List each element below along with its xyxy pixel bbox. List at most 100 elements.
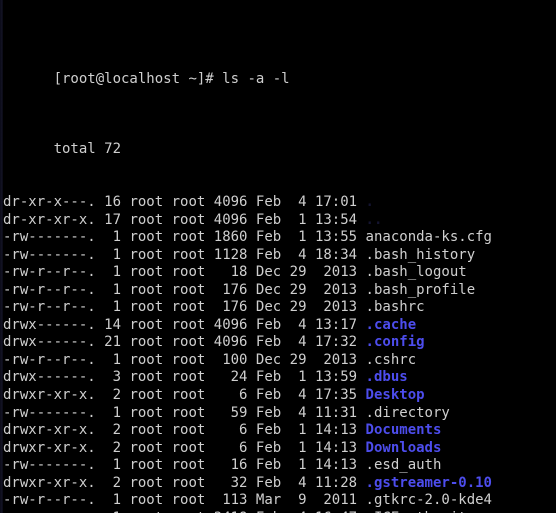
row-group: root	[171, 387, 206, 404]
row-sep	[163, 317, 171, 333]
row-sep	[247, 264, 255, 280]
row-group: root	[171, 422, 206, 439]
row-permissions: dr-xr-xr-x.	[3, 211, 96, 228]
row-time: 11:28	[314, 474, 358, 491]
row-day: 4	[289, 474, 307, 491]
row-size: 176	[213, 281, 248, 298]
row-sep	[163, 387, 171, 403]
row-sep	[163, 457, 171, 473]
row-sep	[307, 317, 315, 333]
row-directory-name: .config	[365, 334, 425, 351]
row-sep	[281, 194, 289, 210]
row-sep	[163, 492, 171, 508]
row-directory-name: Desktop	[365, 387, 425, 404]
row-sep	[281, 229, 289, 245]
row-link-count: 16	[104, 194, 122, 211]
row-group: root	[171, 246, 206, 263]
terminal-window[interactable]: [root@localhost ~]# ls -a -l total 72 dr…	[0, 0, 556, 513]
terminal-screen[interactable]: [root@localhost ~]# ls -a -l total 72 dr…	[3, 0, 556, 513]
row-sep	[96, 405, 104, 421]
row-sep	[357, 334, 365, 350]
row-owner: root	[129, 404, 164, 421]
row-sep	[96, 352, 104, 368]
row-time: 17:01	[314, 194, 358, 211]
row-sep	[96, 492, 104, 508]
row-sep	[163, 405, 171, 421]
row-sep	[247, 440, 255, 456]
row-permissions: drwx------.	[3, 334, 96, 351]
row-link-count: 21	[104, 334, 122, 351]
row-owner: root	[129, 281, 164, 298]
row-link-count: 2	[104, 422, 122, 439]
row-sep	[307, 405, 315, 421]
row-sep	[205, 229, 213, 245]
listing-row: -rw-r--r--. 1 root root 113 Mar 9 2011 .…	[3, 492, 556, 510]
row-sep	[281, 457, 289, 473]
command-text: ls -a -l	[222, 71, 290, 88]
row-size: 16	[213, 457, 248, 474]
row-day: 1	[289, 457, 307, 474]
listing-row: dr-xr-x---. 16 root root 4096 Feb 4 17:0…	[3, 194, 556, 212]
row-sep	[247, 492, 255, 508]
row-sep	[281, 264, 289, 280]
row-time: 14:13	[314, 439, 358, 456]
row-month: Dec	[255, 299, 282, 316]
row-sep	[205, 457, 213, 473]
row-sep	[247, 299, 255, 315]
row-size: 1128	[213, 246, 248, 263]
row-sep	[357, 352, 365, 368]
row-sep	[357, 299, 365, 315]
row-link-count: 1	[104, 229, 122, 246]
row-sep	[307, 457, 315, 473]
row-sep	[96, 475, 104, 491]
row-sep	[163, 440, 171, 456]
row-sep	[96, 334, 104, 350]
listing-row: -rw-r--r--. 1 root root 176 Dec 29 2013 …	[3, 282, 556, 300]
row-sep	[247, 352, 255, 368]
row-month: Feb	[255, 404, 282, 421]
row-time: 13:54	[314, 211, 358, 228]
row-filename: .bash_history	[365, 246, 476, 263]
row-directory-name: .cache	[365, 316, 417, 333]
row-time: 2013	[314, 299, 358, 316]
row-filename: .bash_logout	[365, 264, 467, 281]
row-time: 17:35	[314, 387, 358, 404]
row-owner: root	[129, 211, 164, 228]
row-time: 2013	[314, 264, 358, 281]
row-sep	[281, 405, 289, 421]
row-dot-directory-name: .	[365, 194, 374, 211]
row-day: 4	[289, 316, 307, 333]
row-filename: .bashrc	[365, 299, 425, 316]
row-sep	[96, 282, 104, 298]
row-size: 4096	[213, 194, 248, 211]
row-sep	[96, 229, 104, 245]
row-sep	[96, 247, 104, 263]
row-permissions: -rw-r--r--.	[3, 351, 96, 368]
row-sep	[281, 212, 289, 228]
row-permissions: -rw-r--r--.	[3, 492, 96, 509]
row-sep	[357, 405, 365, 421]
row-sep	[281, 440, 289, 456]
row-group: root	[171, 281, 206, 298]
row-sep	[247, 475, 255, 491]
row-sep	[281, 334, 289, 350]
row-sep	[205, 475, 213, 491]
row-day: 29	[289, 264, 307, 281]
row-sep	[163, 369, 171, 385]
row-day: 4	[289, 404, 307, 421]
row-day: 29	[289, 281, 307, 298]
row-size: 59	[213, 404, 248, 421]
row-permissions: -rw-r--r--.	[3, 264, 96, 281]
row-sep	[96, 194, 104, 210]
row-time: 18:34	[314, 246, 358, 263]
row-link-count: 1	[104, 264, 122, 281]
row-sep	[205, 247, 213, 263]
row-filename: .cshrc	[365, 351, 417, 368]
row-sep	[205, 492, 213, 508]
row-sep	[357, 440, 365, 456]
row-permissions: drwxr-xr-x.	[3, 387, 96, 404]
row-month: Feb	[255, 211, 282, 228]
row-month: Dec	[255, 281, 282, 298]
row-sep	[163, 422, 171, 438]
row-group: root	[171, 457, 206, 474]
